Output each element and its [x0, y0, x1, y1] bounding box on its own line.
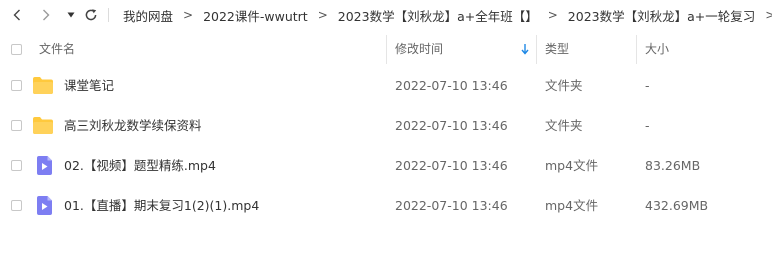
breadcrumb-separator: > — [317, 8, 328, 22]
file-name[interactable]: 课堂笔记 — [64, 66, 114, 106]
table-row[interactable]: 课堂笔记 2022-07-10 13:46 文件夹 - — [0, 66, 772, 106]
folder-icon — [33, 117, 53, 134]
refresh-button[interactable] — [83, 6, 99, 24]
column-header-type[interactable]: 类型 — [545, 35, 569, 64]
column-header-modified[interactable]: 修改时间 — [395, 35, 443, 64]
breadcrumb-separator: > — [547, 8, 558, 22]
file-modified: 2022-07-10 13:46 — [395, 118, 508, 133]
file-name[interactable]: 01.【直播】期末复习1(2)(1).mp4 — [64, 186, 259, 226]
file-size: 432.69MB — [645, 198, 709, 213]
row-checkbox[interactable] — [11, 120, 22, 131]
file-name[interactable]: 高三刘秋龙数学续保资料 — [64, 106, 202, 146]
video-file-icon — [37, 196, 52, 215]
row-checkbox[interactable] — [11, 160, 22, 171]
sort-descending-icon[interactable] — [521, 43, 529, 55]
table-header: 文件名 修改时间 类型 大小 — [0, 35, 772, 64]
file-type: 文件夹 — [545, 78, 583, 93]
table-row[interactable]: 高三刘秋龙数学续保资料 2022-07-10 13:46 文件夹 - — [0, 106, 772, 146]
breadcrumb-item-full-year-class[interactable]: 2023数学【刘秋龙】a+全年班【】 — [338, 6, 538, 25]
column-divider[interactable] — [536, 35, 537, 64]
file-size: - — [645, 118, 650, 133]
file-size: 83.26MB — [645, 158, 701, 173]
table-row[interactable]: 01.【直播】期末复习1(2)(1).mp4 2022-07-10 13:46 … — [0, 186, 772, 226]
forward-button[interactable] — [39, 6, 53, 24]
column-header-name[interactable]: 文件名 — [39, 35, 75, 64]
toolbar-divider — [108, 8, 109, 22]
row-checkbox[interactable] — [11, 80, 22, 91]
column-divider[interactable] — [636, 35, 637, 64]
file-type: mp4文件 — [545, 198, 599, 213]
breadcrumb-item-my-drive[interactable]: 我的网盘 — [123, 6, 173, 25]
file-modified: 2022-07-10 13:46 — [395, 158, 508, 173]
breadcrumb: 我的网盘 > 2022课件-wwutrt > 2023数学【刘秋龙】a+全年班【… — [123, 0, 772, 30]
chevron-right-icon — [43, 9, 50, 21]
breadcrumb-item-review[interactable]: 2023数学【刘秋龙】a+一轮复习 — [568, 6, 755, 25]
chevron-left-icon — [13, 9, 20, 21]
folder-icon — [33, 77, 53, 94]
table-row[interactable]: 02.【视频】题型精练.mp4 2022-07-10 13:46 mp4文件 8… — [0, 146, 772, 186]
back-button[interactable] — [10, 6, 24, 24]
file-type: mp4文件 — [545, 158, 599, 173]
select-all-checkbox[interactable] — [11, 44, 22, 55]
row-checkbox[interactable] — [11, 200, 22, 211]
toolbar: 我的网盘 > 2022课件-wwutrt > 2023数学【刘秋龙】a+全年班【… — [0, 0, 772, 30]
breadcrumb-separator: > — [765, 8, 772, 22]
caret-down-icon — [67, 12, 75, 18]
file-modified: 2022-07-10 13:46 — [395, 198, 508, 213]
file-modified: 2022-07-10 13:46 — [395, 78, 508, 93]
file-type: 文件夹 — [545, 118, 583, 133]
column-divider[interactable] — [386, 35, 387, 64]
history-dropdown-button[interactable] — [66, 6, 76, 24]
column-header-size[interactable]: 大小 — [645, 35, 669, 64]
breadcrumb-item-courseware[interactable]: 2022课件-wwutrt — [203, 6, 308, 25]
file-size: - — [645, 78, 650, 93]
breadcrumb-separator: > — [183, 8, 194, 22]
video-file-icon — [37, 156, 52, 175]
file-name[interactable]: 02.【视频】题型精练.mp4 — [64, 146, 216, 186]
refresh-icon — [85, 9, 97, 21]
